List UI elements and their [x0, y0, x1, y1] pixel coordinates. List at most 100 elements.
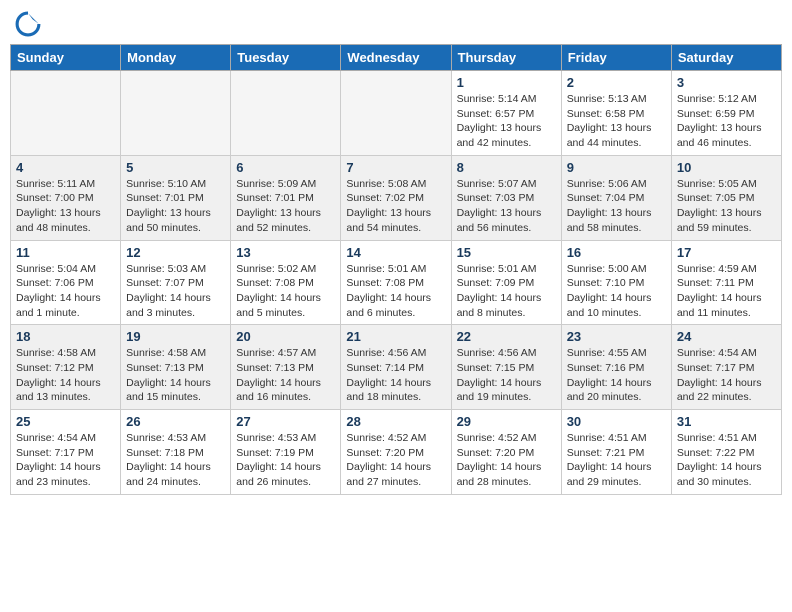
day-info: Sunrise: 5:13 AMSunset: 6:58 PMDaylight:…	[567, 92, 666, 151]
day-info: Sunrise: 5:00 AMSunset: 7:10 PMDaylight:…	[567, 262, 666, 321]
day-info: Sunrise: 5:06 AMSunset: 7:04 PMDaylight:…	[567, 177, 666, 236]
day-number: 24	[677, 329, 776, 344]
day-number: 6	[236, 160, 335, 175]
day-number: 22	[457, 329, 556, 344]
calendar-cell: 6 Sunrise: 5:09 AMSunset: 7:01 PMDaylight…	[231, 155, 341, 240]
day-info: Sunrise: 4:58 AMSunset: 7:12 PMDaylight:…	[16, 346, 115, 405]
day-info: Sunrise: 5:01 AMSunset: 7:09 PMDaylight:…	[457, 262, 556, 321]
day-info: Sunrise: 4:57 AMSunset: 7:13 PMDaylight:…	[236, 346, 335, 405]
calendar-table: SundayMondayTuesdayWednesdayThursdayFrid…	[10, 44, 782, 495]
day-info: Sunrise: 4:55 AMSunset: 7:16 PMDaylight:…	[567, 346, 666, 405]
calendar-cell: 1Sunrise: 5:14 AMSunset: 6:57 PMDaylight…	[451, 71, 561, 156]
day-info: Sunrise: 5:10 AMSunset: 7:01 PMDaylight:…	[126, 177, 225, 236]
logo	[14, 10, 46, 38]
calendar-cell: 27 Sunrise: 4:53 AMSunset: 7:19 PMDayligh…	[231, 410, 341, 495]
day-number: 16	[567, 245, 666, 260]
day-info: Sunrise: 5:09 AMSunset: 7:01 PMDaylight:…	[236, 177, 335, 236]
day-info: Sunrise: 5:05 AMSunset: 7:05 PMDaylight:…	[677, 177, 776, 236]
calendar-cell: 5 Sunrise: 5:10 AMSunset: 7:01 PMDaylight…	[121, 155, 231, 240]
day-number: 28	[346, 414, 445, 429]
calendar-cell: 23 Sunrise: 4:55 AMSunset: 7:16 PMDayligh…	[561, 325, 671, 410]
day-number: 1	[457, 75, 556, 90]
week-row-1: 1Sunrise: 5:14 AMSunset: 6:57 PMDaylight…	[11, 71, 782, 156]
day-header-thursday: Thursday	[451, 45, 561, 71]
calendar-cell: 24 Sunrise: 4:54 AMSunset: 7:17 PMDayligh…	[671, 325, 781, 410]
day-info: Sunrise: 4:58 AMSunset: 7:13 PMDaylight:…	[126, 346, 225, 405]
calendar-cell: 18 Sunrise: 4:58 AMSunset: 7:12 PMDayligh…	[11, 325, 121, 410]
calendar-cell: 28 Sunrise: 4:52 AMSunset: 7:20 PMDayligh…	[341, 410, 451, 495]
day-info: Sunrise: 4:54 AMSunset: 7:17 PMDaylight:…	[16, 431, 115, 490]
day-number: 13	[236, 245, 335, 260]
day-number: 12	[126, 245, 225, 260]
day-info: Sunrise: 4:53 AMSunset: 7:18 PMDaylight:…	[126, 431, 225, 490]
day-number: 9	[567, 160, 666, 175]
calendar-cell: 26 Sunrise: 4:53 AMSunset: 7:18 PMDayligh…	[121, 410, 231, 495]
calendar-cell: 25Sunrise: 4:54 AMSunset: 7:17 PMDayligh…	[11, 410, 121, 495]
week-row-2: 4 Sunrise: 5:11 AMSunset: 7:00 PMDaylight…	[11, 155, 782, 240]
calendar-cell: 15Sunrise: 5:01 AMSunset: 7:09 PMDayligh…	[451, 240, 561, 325]
week-row-4: 18 Sunrise: 4:58 AMSunset: 7:12 PMDayligh…	[11, 325, 782, 410]
day-header-sunday: Sunday	[11, 45, 121, 71]
calendar-cell: 22 Sunrise: 4:56 AMSunset: 7:15 PMDayligh…	[451, 325, 561, 410]
week-row-5: 25Sunrise: 4:54 AMSunset: 7:17 PMDayligh…	[11, 410, 782, 495]
day-number: 8	[457, 160, 556, 175]
day-number: 17	[677, 245, 776, 260]
calendar-cell: 11Sunrise: 5:04 AMSunset: 7:06 PMDayligh…	[11, 240, 121, 325]
day-header-friday: Friday	[561, 45, 671, 71]
day-info: Sunrise: 4:53 AMSunset: 7:19 PMDaylight:…	[236, 431, 335, 490]
day-number: 26	[126, 414, 225, 429]
calendar-cell: 29 Sunrise: 4:52 AMSunset: 7:20 PMDayligh…	[451, 410, 561, 495]
calendar-cell: 17Sunrise: 4:59 AMSunset: 7:11 PMDayligh…	[671, 240, 781, 325]
calendar-cell: 4 Sunrise: 5:11 AMSunset: 7:00 PMDaylight…	[11, 155, 121, 240]
calendar-cell: 16 Sunrise: 5:00 AMSunset: 7:10 PMDayligh…	[561, 240, 671, 325]
day-number: 7	[346, 160, 445, 175]
calendar-cell: 31Sunrise: 4:51 AMSunset: 7:22 PMDayligh…	[671, 410, 781, 495]
day-number: 11	[16, 245, 115, 260]
day-info: Sunrise: 4:56 AMSunset: 7:15 PMDaylight:…	[457, 346, 556, 405]
day-number: 5	[126, 160, 225, 175]
day-info: Sunrise: 5:07 AMSunset: 7:03 PMDaylight:…	[457, 177, 556, 236]
calendar-cell: 21 Sunrise: 4:56 AMSunset: 7:14 PMDayligh…	[341, 325, 451, 410]
day-number: 19	[126, 329, 225, 344]
day-info: Sunrise: 4:52 AMSunset: 7:20 PMDaylight:…	[457, 431, 556, 490]
calendar-cell: 19 Sunrise: 4:58 AMSunset: 7:13 PMDayligh…	[121, 325, 231, 410]
day-number: 30	[567, 414, 666, 429]
day-number: 29	[457, 414, 556, 429]
day-info: Sunrise: 5:11 AMSunset: 7:00 PMDaylight:…	[16, 177, 115, 236]
day-number: 23	[567, 329, 666, 344]
day-number: 14	[346, 245, 445, 260]
calendar-cell: 14Sunrise: 5:01 AMSunset: 7:08 PMDayligh…	[341, 240, 451, 325]
calendar-cell: 7Sunrise: 5:08 AMSunset: 7:02 PMDaylight…	[341, 155, 451, 240]
day-number: 21	[346, 329, 445, 344]
day-header-wednesday: Wednesday	[341, 45, 451, 71]
calendar-cell: 13 Sunrise: 5:02 AMSunset: 7:08 PMDayligh…	[231, 240, 341, 325]
day-number: 3	[677, 75, 776, 90]
calendar-cell	[121, 71, 231, 156]
day-info: Sunrise: 5:02 AMSunset: 7:08 PMDaylight:…	[236, 262, 335, 321]
calendar-cell: 10 Sunrise: 5:05 AMSunset: 7:05 PMDayligh…	[671, 155, 781, 240]
day-info: Sunrise: 4:51 AMSunset: 7:21 PMDaylight:…	[567, 431, 666, 490]
day-number: 4	[16, 160, 115, 175]
calendar-cell	[341, 71, 451, 156]
calendar-cell: 8 Sunrise: 5:07 AMSunset: 7:03 PMDaylight…	[451, 155, 561, 240]
week-row-3: 11Sunrise: 5:04 AMSunset: 7:06 PMDayligh…	[11, 240, 782, 325]
day-info: Sunrise: 5:03 AMSunset: 7:07 PMDaylight:…	[126, 262, 225, 321]
page-header	[10, 10, 782, 38]
calendar-cell	[231, 71, 341, 156]
calendar-cell: 30 Sunrise: 4:51 AMSunset: 7:21 PMDayligh…	[561, 410, 671, 495]
day-number: 10	[677, 160, 776, 175]
day-info: Sunrise: 4:52 AMSunset: 7:20 PMDaylight:…	[346, 431, 445, 490]
calendar-cell: 2Sunrise: 5:13 AMSunset: 6:58 PMDaylight…	[561, 71, 671, 156]
day-number: 27	[236, 414, 335, 429]
day-header-tuesday: Tuesday	[231, 45, 341, 71]
day-header-monday: Monday	[121, 45, 231, 71]
day-info: Sunrise: 4:54 AMSunset: 7:17 PMDaylight:…	[677, 346, 776, 405]
day-info: Sunrise: 4:56 AMSunset: 7:14 PMDaylight:…	[346, 346, 445, 405]
day-number: 18	[16, 329, 115, 344]
day-info: Sunrise: 4:51 AMSunset: 7:22 PMDaylight:…	[677, 431, 776, 490]
day-number: 20	[236, 329, 335, 344]
day-header-saturday: Saturday	[671, 45, 781, 71]
calendar-cell: 9 Sunrise: 5:06 AMSunset: 7:04 PMDaylight…	[561, 155, 671, 240]
day-info: Sunrise: 5:12 AMSunset: 6:59 PMDaylight:…	[677, 92, 776, 151]
calendar-cell: 20 Sunrise: 4:57 AMSunset: 7:13 PMDayligh…	[231, 325, 341, 410]
